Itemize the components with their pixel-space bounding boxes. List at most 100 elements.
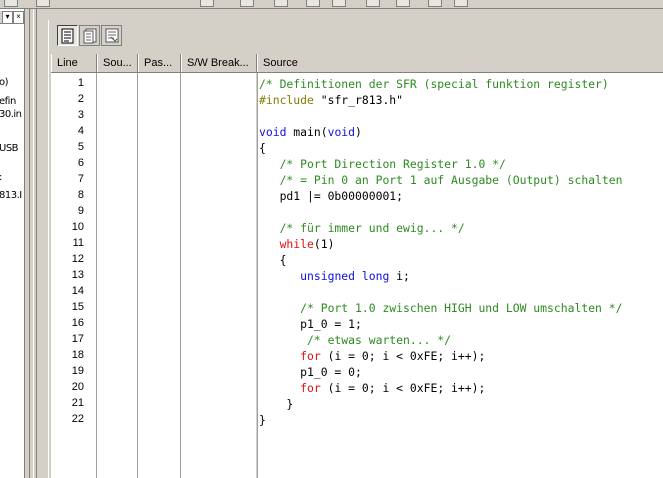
project-tree-item[interactable]: o) <box>0 77 9 88</box>
code-line: #include "sfr_r813.h" <box>259 92 403 108</box>
source-view-button[interactable] <box>57 25 78 46</box>
line-number: 5 <box>77 141 84 153</box>
code-token: while <box>279 237 314 251</box>
line-number: 21 <box>71 397 84 409</box>
code-line: p1_0 = 1; <box>259 316 362 332</box>
code-token: void <box>259 125 287 139</box>
code-line: /* Definitionen der SFR (special funktio… <box>259 76 609 92</box>
code-line: for (i = 0; i < 0xFE; i++); <box>259 348 485 364</box>
line-number: 20 <box>71 381 84 393</box>
project-tree-item[interactable]: : <box>0 172 2 183</box>
line-number: 13 <box>71 269 84 281</box>
project-panel: ▾ × o) efin 30.in USB : 813.I <box>0 9 25 478</box>
code-token: /* Port 1.0 zwischen HIGH und LOW umscha… <box>259 301 623 315</box>
line-number: 19 <box>71 365 84 377</box>
line-number: 11 <box>72 237 84 249</box>
code-line: for (i = 0; i < 0xFE; i++); <box>259 380 485 396</box>
code-line: /* = Pin 0 an Port 1 auf Ausgabe (Output… <box>259 172 623 188</box>
line-number: 16 <box>71 317 84 329</box>
toolbar-button[interactable] <box>428 0 442 7</box>
toolbar-button[interactable] <box>454 0 468 7</box>
column-header-sw-break[interactable]: S/W Break... <box>181 54 257 72</box>
breakpoint-column[interactable] <box>181 73 256 478</box>
toolbar-button[interactable] <box>36 0 50 7</box>
code-token: for <box>300 381 321 395</box>
project-tree-item[interactable]: 813.I <box>0 190 22 201</box>
toolbar-button[interactable] <box>396 0 410 7</box>
line-number: 4 <box>77 125 84 137</box>
mixed-view-button[interactable] <box>79 25 100 46</box>
main-toolbar <box>0 0 663 9</box>
toolbar-button[interactable] <box>366 0 380 7</box>
code-token: pd1 |= 0b00000001; <box>259 189 404 203</box>
code-token: { <box>259 253 287 267</box>
toolbar-button[interactable] <box>4 0 18 7</box>
line-number: 10 <box>71 221 84 233</box>
code-line: /* Port 1.0 zwischen HIGH und LOW umscha… <box>259 300 622 316</box>
source-column[interactable] <box>97 73 138 478</box>
code-token: void <box>327 125 356 139</box>
code-token: i; <box>389 269 410 283</box>
code-token: /* Port Direction Register 1.0 */ <box>259 157 506 171</box>
toolbar-button[interactable] <box>274 0 288 7</box>
code-token: (i = 0; i < 0xFE; i++); <box>320 349 486 363</box>
project-tree-item[interactable]: efin <box>0 96 16 107</box>
toolbar-button[interactable] <box>240 0 254 7</box>
project-tree-item[interactable]: 30.in <box>0 109 22 120</box>
code-token: } <box>259 413 266 427</box>
code-token: "sfr_r813.h" <box>313 93 404 107</box>
code-token: /* Definitionen der SFR (special funktio… <box>259 77 609 91</box>
code-token: ) <box>355 125 362 139</box>
code-line: } <box>259 412 266 428</box>
source-code-area[interactable]: /* Definitionen der SFR (special funktio… <box>257 73 663 478</box>
toolbar-button[interactable] <box>306 0 320 7</box>
line-number: 9 <box>77 205 84 217</box>
line-number: 22 <box>71 413 84 425</box>
code-token: p1_0 = 1; <box>259 317 362 331</box>
code-line: } <box>259 396 293 412</box>
panel-dropdown-icon[interactable]: ▾ <box>2 11 13 24</box>
code-line: while(1) <box>259 236 335 252</box>
pass-column[interactable] <box>138 73 181 478</box>
code-token: #include <box>259 93 314 107</box>
toolbar-button[interactable] <box>332 0 346 7</box>
panel-splitter[interactable] <box>25 9 37 478</box>
code-token: } <box>259 397 294 411</box>
line-number: 17 <box>71 333 84 345</box>
code-line: unsigned long i; <box>259 268 410 284</box>
editor-toolbar <box>49 20 663 54</box>
line-number: 1 <box>77 77 84 89</box>
code-line: /* etwas warten... */ <box>259 332 451 348</box>
line-number: 18 <box>71 349 84 361</box>
code-token: unsigned long <box>300 269 390 283</box>
line-number: 15 <box>71 301 84 313</box>
column-header-source[interactable]: Sou... <box>97 54 138 72</box>
column-header-source-code[interactable]: Source <box>257 54 663 72</box>
code-line: pd1 |= 0b00000001; <box>259 188 403 204</box>
code-line: { <box>259 252 287 268</box>
toolbar-button[interactable] <box>200 0 214 7</box>
column-header-line[interactable]: Line <box>51 54 97 72</box>
code-token: (1) <box>313 237 335 251</box>
line-number: 7 <box>77 173 84 185</box>
code-token: /* für immer und ewig... */ <box>259 221 465 235</box>
line-number: 6 <box>77 157 84 169</box>
code-token: (i = 0; i < 0xFE; i++); <box>320 381 486 395</box>
column-header: Line Sou... Pas... S/W Break... Source <box>51 54 663 73</box>
panel-close-icon[interactable]: × <box>13 11 24 24</box>
column-header-pass[interactable]: Pas... <box>138 54 181 72</box>
line-number: 2 <box>77 93 84 105</box>
code-token: /* = Pin 0 an Port 1 auf Ausgabe (Output… <box>259 173 623 187</box>
disassembly-view-button[interactable] <box>101 25 122 46</box>
line-number: 14 <box>71 285 84 297</box>
line-number-column: 1 2 3 4 5 6 7 8 9 10 11 12 13 14 15 16 17 18 19 20 21 22 <box>51 73 97 478</box>
code-token: for <box>300 349 321 363</box>
code-token: /* etwas warten... */ <box>259 333 452 347</box>
source-editor-window: Line Sou... Pas... S/W Break... Source 1… <box>48 20 663 478</box>
project-tree-item[interactable]: USB <box>0 143 19 154</box>
code-token: p1_0 = 0; <box>259 365 362 379</box>
